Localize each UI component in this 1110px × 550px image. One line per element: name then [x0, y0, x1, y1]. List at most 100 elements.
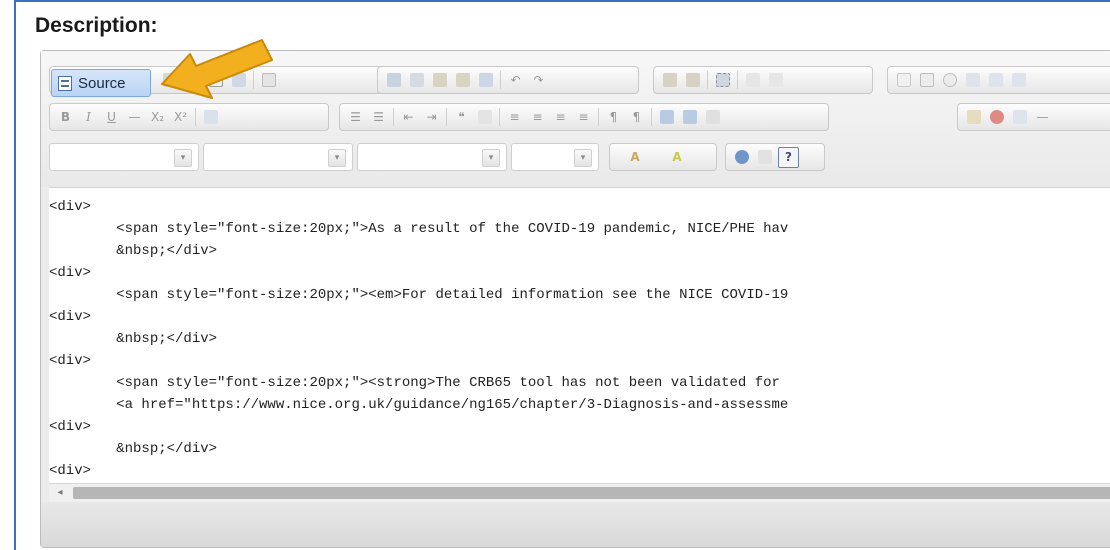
- spellcheck-icon[interactable]: [743, 71, 762, 90]
- code-line: <div>: [49, 309, 92, 325]
- chevron-down-icon: ▾: [482, 149, 500, 167]
- spellcheck-dropdown-icon[interactable]: [766, 71, 785, 90]
- colors-group: A A: [609, 143, 717, 171]
- toolbar-separator: [651, 108, 652, 126]
- strike-button[interactable]: —: [125, 108, 144, 127]
- replace-icon[interactable]: [683, 71, 702, 90]
- size-combo[interactable]: ▾: [511, 143, 599, 171]
- page-frame-left: [14, 0, 16, 550]
- superscript-button[interactable]: X²: [171, 108, 190, 127]
- toolbar-separator: [393, 108, 394, 126]
- underline-button[interactable]: U: [102, 108, 121, 127]
- background-color-button[interactable]: A: [658, 148, 696, 167]
- code-line: <div>: [49, 353, 92, 369]
- help-button[interactable]: ?: [778, 146, 799, 168]
- source-icon: [58, 75, 72, 91]
- italic-button[interactable]: I: [79, 108, 98, 127]
- annotation-arrow-icon: [161, 39, 273, 99]
- bold-button[interactable]: B: [56, 108, 75, 127]
- toolbar-separator: [446, 108, 447, 126]
- find-icon[interactable]: [660, 71, 679, 90]
- code-line: <a href="https://www.nice.org.uk/guidanc…: [49, 397, 789, 413]
- toolbar-separator: [195, 108, 196, 126]
- cut-icon[interactable]: [384, 71, 403, 90]
- bulleted-list-icon[interactable]: ☰: [369, 108, 388, 127]
- code-line: <div>: [49, 463, 92, 479]
- form-icon[interactable]: [894, 71, 913, 90]
- source-code-textarea[interactable]: <div> <span style="font-size:20px;">As a…: [49, 187, 1110, 484]
- align-center-icon[interactable]: ≡: [528, 108, 547, 127]
- textarea-icon[interactable]: [986, 71, 1005, 90]
- code-line: <span style="font-size:20px;">As a resul…: [49, 221, 789, 237]
- code-line: <div>: [49, 419, 92, 435]
- insert-group: —: [957, 103, 1110, 131]
- toolbar-separator: [707, 71, 708, 89]
- toolbar-separator: [598, 108, 599, 126]
- code-line: <span style="font-size:20px;"><strong>Th…: [49, 375, 780, 391]
- font-combo[interactable]: ▾: [357, 143, 507, 171]
- paragraph-group: ☰ ☰ ⇤ ⇥ ❝ ≡ ≡ ≡ ≡ ¶ ¶: [339, 103, 829, 131]
- editor-bottom-bar: [41, 502, 1110, 547]
- paste-icon[interactable]: [430, 71, 449, 90]
- select-field-icon[interactable]: [1009, 71, 1028, 90]
- horizontal-rule-icon[interactable]: —: [1033, 108, 1052, 127]
- code-line: <div>: [49, 265, 92, 281]
- maximize-icon[interactable]: [732, 148, 751, 167]
- numbered-list-icon[interactable]: ☰: [346, 108, 365, 127]
- code-line: <span style="font-size:20px;"><em>For de…: [49, 287, 789, 303]
- chevron-down-icon: ▾: [574, 149, 592, 167]
- radio-icon[interactable]: [940, 71, 959, 90]
- blockquote-icon[interactable]: ❝: [452, 108, 471, 127]
- toolbar-separator: [499, 108, 500, 126]
- rtl-icon[interactable]: ¶: [627, 108, 646, 127]
- toolbar-row-3: ▾ ▾ ▾ ▾ A A ?: [49, 143, 1109, 173]
- toolbar-separator: [500, 71, 501, 89]
- clipboard-group: ↶ ↷: [377, 66, 639, 94]
- remove-format-icon[interactable]: [201, 108, 220, 127]
- image-icon[interactable]: [964, 108, 983, 127]
- forms-group: [887, 66, 1110, 94]
- align-left-icon[interactable]: ≡: [505, 108, 524, 127]
- code-line: &nbsp;</div>: [49, 243, 218, 259]
- indent-icon[interactable]: ⇥: [422, 108, 441, 127]
- editing-group: [653, 66, 873, 94]
- text-color-button[interactable]: A: [616, 148, 654, 167]
- rich-text-editor: ↶ ↷ Source B I U — X₂ X² ☰ ☰ ⇤ ⇥ ❝ ≡ ≡ ≡…: [40, 50, 1110, 548]
- styles-combo[interactable]: ▾: [49, 143, 199, 171]
- chevron-down-icon: ▾: [328, 149, 346, 167]
- align-right-icon[interactable]: ≡: [551, 108, 570, 127]
- div-container-icon[interactable]: [475, 108, 494, 127]
- code-line: &nbsp;</div>: [49, 441, 218, 457]
- page-frame-top: [14, 0, 1110, 2]
- link-icon[interactable]: [657, 108, 676, 127]
- anchor-icon[interactable]: [703, 108, 722, 127]
- select-all-icon[interactable]: [713, 71, 732, 90]
- undo-icon[interactable]: ↶: [506, 71, 525, 90]
- redo-icon[interactable]: ↷: [529, 71, 548, 90]
- toolbar-separator: [737, 71, 738, 89]
- scrollbar-thumb[interactable]: [73, 487, 1110, 499]
- flash-icon[interactable]: [987, 108, 1006, 127]
- show-blocks-icon[interactable]: [755, 148, 774, 167]
- chevron-down-icon: ▾: [174, 149, 192, 167]
- ltr-icon[interactable]: ¶: [604, 108, 623, 127]
- horizontal-scrollbar[interactable]: ◂: [49, 483, 1110, 502]
- tools-group: ?: [725, 143, 825, 171]
- format-combo[interactable]: ▾: [203, 143, 353, 171]
- paste-word-icon[interactable]: [476, 71, 495, 90]
- copy-icon[interactable]: [407, 71, 426, 90]
- subscript-button[interactable]: X₂: [148, 108, 167, 127]
- textfield-icon[interactable]: [963, 71, 982, 90]
- unlink-icon[interactable]: [680, 108, 699, 127]
- checkbox-icon[interactable]: [917, 71, 936, 90]
- code-line: &nbsp;</div>: [49, 331, 218, 347]
- outdent-icon[interactable]: ⇤: [399, 108, 418, 127]
- source-button-label: Source: [78, 74, 126, 92]
- scroll-left-icon[interactable]: ◂: [53, 487, 67, 499]
- justify-icon[interactable]: ≡: [574, 108, 593, 127]
- paste-text-icon[interactable]: [453, 71, 472, 90]
- code-line: <div>: [49, 199, 92, 215]
- source-button[interactable]: Source: [51, 69, 151, 97]
- section-title: Description:: [35, 14, 158, 37]
- table-icon[interactable]: [1010, 108, 1029, 127]
